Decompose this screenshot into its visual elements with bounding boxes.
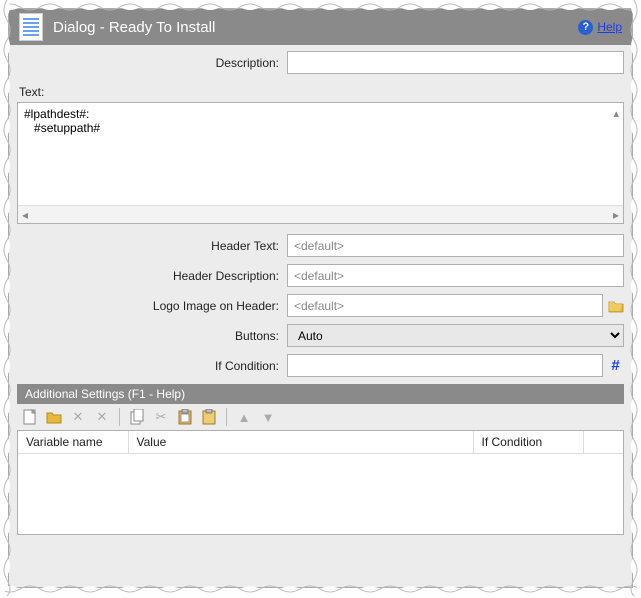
col-spare[interactable]	[583, 431, 623, 454]
scroll-caret-right-icon: ▸	[613, 208, 619, 222]
move-up-icon[interactable]: ▲	[235, 408, 253, 426]
condition-variable-button[interactable]: #	[607, 357, 624, 374]
header-description-input[interactable]	[287, 264, 624, 287]
copy-icon[interactable]	[128, 408, 146, 426]
paste-icon[interactable]	[176, 408, 194, 426]
buttons-select[interactable]: Auto	[287, 324, 624, 347]
if-condition-label: If Condition:	[17, 359, 287, 373]
additional-settings-header: Additional Settings (F1 - Help)	[17, 384, 624, 404]
delete-item-icon[interactable]: ✕	[69, 408, 87, 426]
titlebar-title: Dialog - Ready To Install	[53, 19, 215, 36]
dialog-document-icon	[19, 13, 43, 41]
cut-icon[interactable]: ✂	[152, 408, 170, 426]
paste-special-icon[interactable]	[200, 408, 218, 426]
table-header-row: Variable name Value If Condition	[18, 431, 623, 454]
help-icon[interactable]: ?	[578, 20, 593, 35]
col-value[interactable]: Value	[128, 431, 473, 454]
if-condition-input[interactable]	[287, 354, 603, 377]
logo-image-label: Logo Image on Header:	[17, 299, 287, 313]
help-link[interactable]: Help	[597, 20, 622, 34]
header-text-input[interactable]	[287, 234, 624, 257]
dialog-editor-panel: Dialog - Ready To Install ? Help Descrip…	[8, 8, 633, 588]
new-item-icon[interactable]	[21, 408, 39, 426]
text-horizontal-scrollbar[interactable]: ◂ ▸	[18, 205, 623, 223]
browse-logo-button[interactable]	[607, 297, 624, 315]
additional-settings-table[interactable]: Variable name Value If Condition	[17, 430, 624, 535]
col-variable-name[interactable]: Variable name	[18, 431, 128, 454]
buttons-label: Buttons:	[17, 329, 287, 343]
header-text-label: Header Text:	[17, 239, 287, 253]
header-description-label: Header Description:	[17, 269, 287, 283]
description-input[interactable]	[287, 51, 624, 74]
additional-settings-toolbar: ✕ ✕ ✂ ▲ ▼	[17, 404, 624, 430]
scroll-caret-up-icon: ▴	[613, 107, 619, 120]
delete-all-icon[interactable]: ✕	[93, 408, 111, 426]
scroll-caret-left-icon: ◂	[22, 208, 28, 222]
text-label: Text:	[17, 81, 624, 102]
titlebar: Dialog - Ready To Install ? Help	[9, 9, 632, 45]
open-item-icon[interactable]	[45, 408, 63, 426]
logo-image-input[interactable]	[287, 294, 603, 317]
move-down-icon[interactable]: ▼	[259, 408, 277, 426]
text-textarea[interactable]	[18, 103, 623, 205]
description-label: Description:	[17, 56, 287, 70]
text-area-wrapper: ▴ ◂ ▸	[17, 102, 624, 224]
col-if-condition[interactable]: If Condition	[473, 431, 583, 454]
